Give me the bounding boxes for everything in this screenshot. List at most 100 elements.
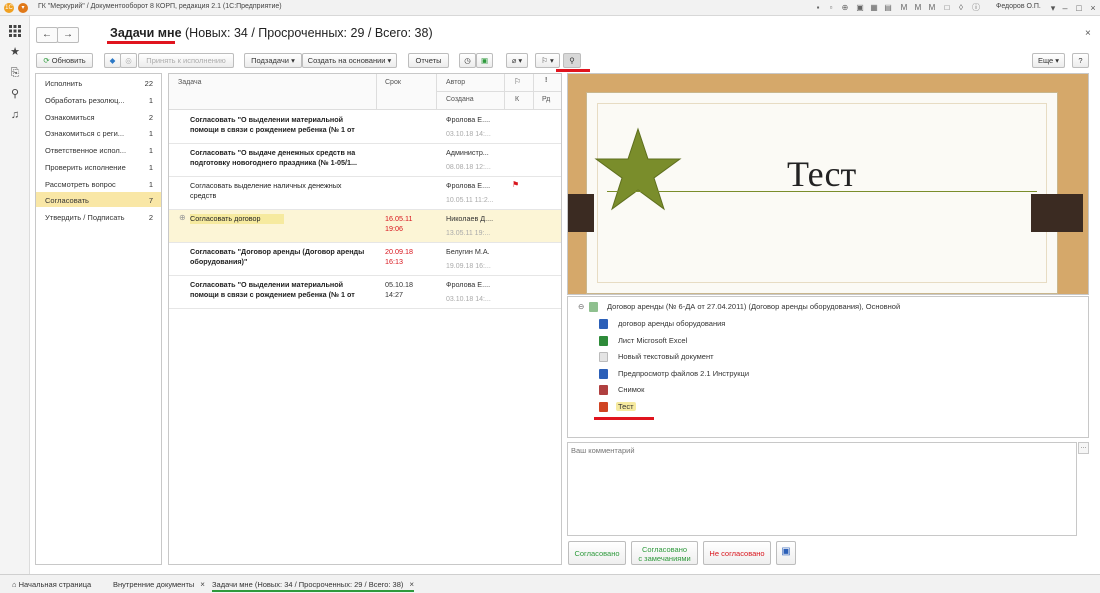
info-icon[interactable]: ⓘ [971,3,981,13]
save-disk-icon[interactable]: ▣ [776,541,796,565]
file-preview-pane: Тест [567,73,1089,295]
category-item-selected[interactable]: Согласовать 7 [36,192,161,207]
calculator-icon[interactable]: ▤ [883,3,893,13]
title-underline-mark [107,41,175,44]
category-item[interactable]: Проверить исполнение 1 [36,159,161,174]
column-header-importance[interactable]: ! [534,74,561,92]
category-item[interactable]: Исполнить 22 [36,75,161,90]
star-shape [594,127,682,211]
file-item[interactable]: Лист Microsoft Excel [568,333,1088,349]
bell-icon[interactable]: ◊ [956,3,966,13]
expand-icon[interactable]: ⊕ [179,213,186,222]
collapse-icon[interactable]: ⊖ [578,302,584,311]
slide-title: Тест [787,154,857,194]
agreed-with-remarks-button[interactable]: Согласовано с замечаниями [631,541,698,565]
document-icon [589,302,598,312]
column-header-task[interactable]: Задача [169,74,377,110]
link-icon[interactable]: ⊕ [840,3,850,13]
file-item[interactable]: Снимок [568,382,1088,398]
column-header-due[interactable]: Срок [377,74,437,110]
table-row-selected[interactable]: ⊕ Согласовать договор 16.05.11 19:06 Нико… [169,210,561,243]
refresh-button[interactable]: ⟳ Обновить [36,53,93,68]
flag-dropdown-icon[interactable]: ⚐ ▾ [535,53,560,68]
attachment-dropdown-icon[interactable]: ⌀ ▾ [506,53,528,68]
close-tab-icon[interactable]: × [200,580,205,589]
column-header-author[interactable]: Автор [437,74,505,92]
category-item[interactable]: Обработать резолюц... 1 [36,92,161,107]
save-icon[interactable]: ▪ [813,3,823,13]
maximize-button[interactable]: □ [1072,2,1086,14]
mem-store-icon[interactable]: M [899,3,909,13]
slide-side-block-left [568,194,594,232]
forward-button[interactable]: → [57,27,79,43]
back-button[interactable]: ← [36,27,58,43]
close-window-button[interactable]: × [1086,2,1100,14]
delegate-icon[interactable]: ◎ [120,53,137,68]
history-icon[interactable]: ⎘ [8,66,22,80]
red-flag-icon[interactable]: ⚑ [512,180,519,189]
print-icon[interactable]: ▫ [826,3,836,13]
1c-logo-icon[interactable]: 1C [4,3,14,13]
main-menu-icon[interactable]: ▾ [18,3,28,13]
not-agreed-button[interactable]: Не согласовано [703,541,771,565]
presentation-slide: Тест [586,92,1058,294]
tab-my-tasks[interactable]: Задачи мне (Новых: 34 / Просроченных: 29… [212,577,415,592]
more-dropdown[interactable]: Еще ▾ [1032,53,1065,68]
apps-grid-icon[interactable] [8,25,22,39]
calendar-icon[interactable]: ▦ [869,3,879,13]
column-header-k[interactable]: К [505,92,534,110]
preview-underline-mark [556,69,590,72]
clock-icon[interactable]: ◷ [459,53,476,68]
mem-add-icon[interactable]: M [913,3,923,13]
table-row[interactable]: Согласовать "О выделении материальной по… [169,111,561,144]
agreed-button[interactable]: Согласовано [568,541,626,565]
route-icon[interactable]: ◆ [104,53,121,68]
comment-select-button[interactable]: ... [1078,442,1089,454]
comment-field[interactable] [567,442,1077,536]
open-windows-bar: ⌂ Начальная страница Внутренние документ… [0,574,1100,593]
table-row[interactable]: Согласовать "О выделении материальной по… [169,276,561,309]
category-item[interactable]: Утвердить / Подписать 2 [36,209,161,224]
table-row[interactable]: Согласовать выделение наличных денежных … [169,177,561,210]
tab-home[interactable]: ⌂ Начальная страница [12,577,91,592]
attach-icon[interactable]: ▣ [855,3,865,13]
category-item[interactable]: Ознакомиться 2 [36,109,161,124]
minimize-button[interactable]: – [1058,2,1072,14]
preview-toggle-icon[interactable]: ⚲ [563,53,581,68]
category-item[interactable]: Ознакомиться с реги... 1 [36,125,161,140]
column-header-flag[interactable]: ⚐ [505,74,534,92]
export-icon[interactable]: ▣ [476,53,493,68]
subtasks-dropdown[interactable]: Подзадачи ▾ [244,53,302,68]
close-form-button[interactable]: × [1085,28,1091,39]
attached-files-tree: ⊖ Договор аренды (№ 6-ДА от 27.04.2011) … [567,296,1089,438]
reports-button[interactable]: Отчеты [408,53,449,68]
create-based-dropdown[interactable]: Создать на основании ▾ [302,53,397,68]
file-item[interactable]: Предпросмотр файлов 2.1 Инструкци [568,366,1088,382]
file-item[interactable]: Новый текстовый документ [568,349,1088,365]
category-item[interactable]: Рассмотреть вопрос 1 [36,176,161,191]
table-row[interactable]: Согласовать "Договор аренды (Договор аре… [169,243,561,276]
tasks-table: Задача Срок Автор Создана ⚐ К ! Рд Согла… [168,73,562,565]
file-item[interactable]: договор аренды оборудования [568,316,1088,332]
zoom-icon[interactable]: □ [942,3,952,13]
word-icon [599,369,608,379]
file-item-selected[interactable]: Тест [568,399,1088,415]
mem-sub-icon[interactable]: M [927,3,937,13]
search-icon[interactable]: ⚲ [8,87,22,101]
notifications-bell-icon[interactable]: ♫ [8,108,22,122]
close-tab-icon[interactable]: × [409,580,414,589]
file-underline-mark [594,417,654,420]
accept-button[interactable]: Принять к исполнению [138,53,234,68]
favorites-star-icon[interactable]: ★ [8,45,22,59]
table-row[interactable]: Согласовать "О выдаче денежных средств н… [169,144,561,177]
help-button[interactable]: ? [1072,53,1089,68]
user-name[interactable]: Федоров О.П. [996,3,1041,10]
column-header-created[interactable]: Создана [437,92,505,110]
excel-icon [599,336,608,346]
title-bar: 1C ▾ ГК "Меркурий" / Документооборот 8 К… [0,0,1100,16]
files-root-row[interactable]: ⊖ Договор аренды (№ 6-ДА от 27.04.2011) … [568,299,1088,315]
category-item[interactable]: Ответственное испол... 1 [36,142,161,157]
tab-internal-docs[interactable]: Внутренние документы × [113,577,205,592]
column-header-rd[interactable]: Рд [534,92,561,110]
importance-icon: ! [545,77,548,84]
